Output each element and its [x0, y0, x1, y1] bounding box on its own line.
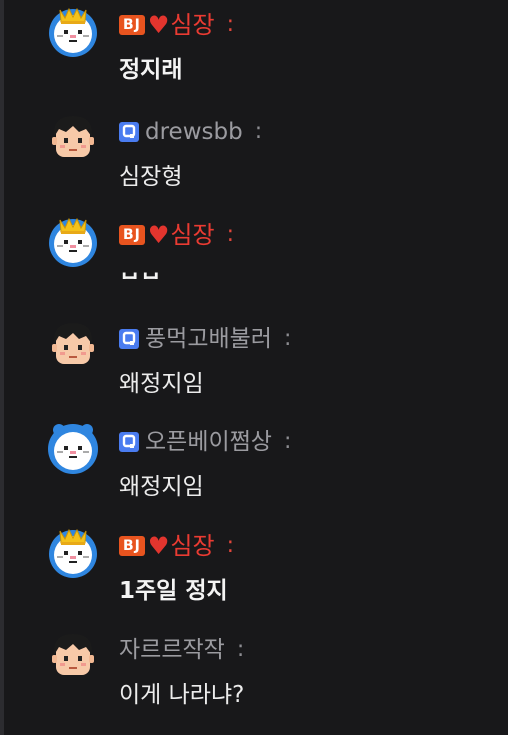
- author-colon: :: [236, 637, 245, 662]
- author-colon: :: [226, 533, 234, 558]
- author-nickname[interactable]: 심장: [170, 10, 214, 40]
- crowned-white-cat-avatar-icon[interactable]: [46, 4, 100, 58]
- author-colon: :: [226, 12, 234, 37]
- author-nickname[interactable]: 오픈베이쩜상: [145, 427, 272, 457]
- fan-badge-icon: [119, 329, 139, 349]
- chat-message: 풍먹고배불러 : 왜정지임: [0, 311, 508, 415]
- author-nickname[interactable]: 풍먹고배불러: [145, 324, 272, 354]
- message-text: 1주일 정지: [119, 578, 228, 604]
- chat-author[interactable]: 오픈베이쩜상 :: [119, 427, 291, 457]
- author-colon: :: [283, 326, 292, 351]
- crowned-white-cat-avatar-icon[interactable]: [46, 525, 100, 579]
- blue-white-cat-avatar-icon[interactable]: [46, 421, 100, 475]
- chat-author[interactable]: BJ ♥ 심장 :: [119, 10, 234, 40]
- chat-author[interactable]: 자르르작작 :: [119, 635, 244, 665]
- fan-badge-icon: [119, 432, 139, 452]
- chat-author[interactable]: BJ ♥ 심장 :: [119, 531, 234, 561]
- bj-badge: BJ: [119, 536, 145, 556]
- chat-author[interactable]: drewsbb :: [119, 117, 262, 147]
- author-nickname[interactable]: 자르르작작: [119, 635, 225, 665]
- author-nickname[interactable]: drewsbb: [145, 117, 243, 147]
- chat-author[interactable]: 풍먹고배불러 :: [119, 324, 291, 354]
- chat-panel: BJ ♥ 심장 : 정지래 drewsbb: 심장형 BJ ♥ 심장: 풍먹…: [0, 0, 508, 735]
- chat-message: BJ ♥ 심장 : 정지래: [0, 0, 508, 101]
- message-text: 왜정지임: [119, 371, 204, 397]
- message-text: 이게 나라냐?: [119, 682, 245, 708]
- boy-avatar-icon[interactable]: [46, 318, 100, 372]
- chat-message: 자르르작작 : 이게 나라냐?: [0, 622, 508, 726]
- message-text: 왜정지임: [119, 474, 204, 500]
- heart-icon: ♥: [147, 11, 170, 39]
- message-text: 정지래: [119, 57, 183, 83]
- author-colon: :: [283, 429, 292, 454]
- boy-avatar-icon[interactable]: [46, 111, 100, 165]
- chat-author[interactable]: BJ ♥ 심장 :: [119, 220, 234, 250]
- chat-message: 오픈베이쩜상 : 왜정지임: [0, 414, 508, 518]
- heart-icon: ♥: [147, 532, 170, 560]
- heart-icon: ♥: [147, 221, 170, 249]
- bj-badge: BJ: [119, 15, 145, 35]
- author-colon: :: [226, 222, 234, 247]
- message-text: 심장형: [119, 164, 183, 190]
- chat-message: BJ ♥ 심장 : 1주일 정지: [0, 518, 508, 622]
- boy-avatar-icon[interactable]: [46, 629, 100, 683]
- fan-badge-icon: [119, 122, 139, 142]
- bj-badge: BJ: [119, 225, 145, 245]
- chat-message: drewsbb : 심장형: [0, 104, 508, 208]
- author-colon: :: [254, 119, 263, 144]
- chat-message: BJ ♥ 심장 : ㅂㅂ: [0, 207, 508, 311]
- crowned-white-cat-avatar-icon[interactable]: [46, 214, 100, 268]
- author-nickname[interactable]: 심장: [170, 220, 214, 250]
- author-nickname[interactable]: 심장: [170, 531, 214, 561]
- message-text: ㅂㅂ: [119, 265, 161, 279]
